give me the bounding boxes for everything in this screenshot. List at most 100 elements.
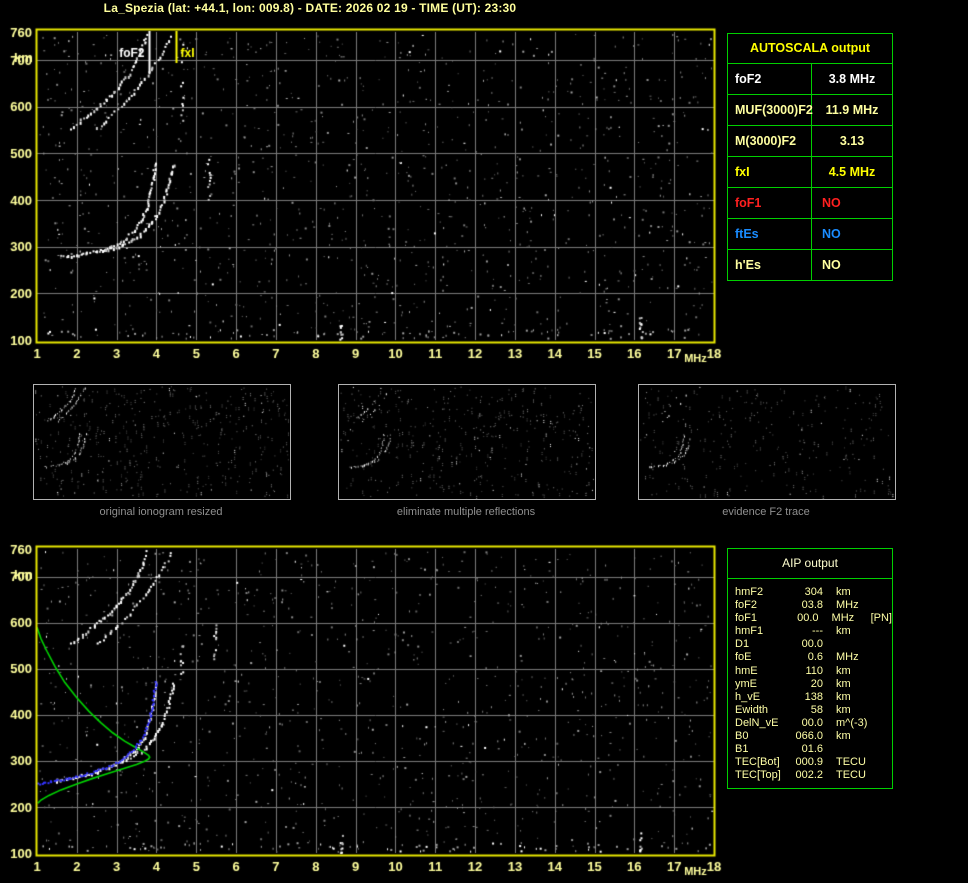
aip-unit: MHz	[836, 651, 859, 664]
autoscala-value: NO	[822, 227, 841, 241]
autoscala-label: ftEs	[728, 219, 812, 249]
aip-name: hmE	[735, 664, 758, 677]
autoscala-output-table: AUTOSCALA output foF2 3.8 MHz MUF(3000)F2 1…	[727, 33, 893, 281]
autoscala-row-ftEs: ftEs NO	[728, 219, 892, 250]
autoscala-label: fxI	[728, 157, 812, 187]
autoscala-label: M(3000)F2	[728, 126, 812, 156]
aip-unit	[823, 743, 874, 756]
aip-row-hmE: hmE 110 km	[728, 665, 892, 678]
aip-name: B1	[735, 743, 749, 756]
autoscala-label: foF1	[728, 188, 812, 218]
aip-name: B0	[735, 730, 749, 743]
aip-extra	[874, 743, 892, 756]
autoscala-row-foF2: foF2 3.8 MHz	[728, 64, 892, 95]
autoscala-value: 4.5 MHz	[828, 165, 876, 179]
aip-row-foF2: foF2 03.8 MHz	[728, 599, 892, 612]
aip-extra	[874, 678, 892, 691]
aip-val: 000.9	[795, 756, 823, 769]
aip-table-title: AIP output	[728, 549, 892, 579]
aip-extra	[874, 586, 892, 599]
aip-unit: km	[836, 625, 851, 638]
aip-row-foE: foE 0.6 MHz	[728, 651, 892, 664]
aip-extra	[874, 691, 892, 704]
aip-extra	[874, 625, 892, 638]
aip-val: 002.2	[795, 769, 823, 782]
autoscala-label: MUF(3000)F2	[728, 95, 813, 125]
aip-unit: km	[836, 703, 851, 716]
aip-name: h_vE	[735, 690, 761, 703]
aip-row-foF1: foF1 00.0 MHz [PN]	[728, 612, 892, 625]
aip-row-TEC[Top]: TEC[Top] 002.2 TECU	[728, 769, 892, 782]
thumbnail-original-ionogram	[33, 384, 291, 500]
autoscala-row-fxI: fxI 4.5 MHz	[728, 157, 892, 188]
aip-extra	[874, 651, 892, 664]
autoscala-row-M(3000)F2: M(3000)F2 3.13	[728, 126, 892, 157]
autoscala-value: 11.9 MHz	[825, 103, 879, 117]
aip-row-B1: B1 01.6	[728, 743, 892, 756]
aip-val: 03.8	[801, 599, 823, 612]
aip-name: ymE	[735, 677, 757, 690]
aip-unit: km	[836, 586, 851, 598]
aip-val: 0.6	[807, 651, 823, 664]
autoscala-row-h'Es: h'Es NO	[728, 250, 892, 280]
aip-name: foF1	[735, 612, 758, 625]
bottom-ionogram-chart	[0, 538, 750, 883]
autoscala-row-MUF(3000)F2: MUF(3000)F2 11.9 MHz	[728, 95, 892, 126]
aip-extra	[874, 730, 892, 743]
aip-name: hmF2	[735, 586, 764, 598]
autoscala-value: NO	[822, 258, 841, 272]
aip-val: 01.6	[801, 743, 823, 756]
aip-extra	[874, 665, 892, 678]
aip-row-ymE: ymE 20 km	[728, 678, 892, 691]
aip-unit: TECU	[836, 756, 866, 769]
thumbnail-evidence-f2-trace	[638, 384, 896, 500]
aip-row-D1: D1 00.0	[728, 638, 892, 651]
page-title: La_Spezia (lat: +44.1, lon: 009.8) - DAT…	[103, 1, 517, 15]
aip-unit: TECU	[836, 769, 866, 782]
aip-row-B0: B0 066.0 km	[728, 730, 892, 743]
aip-row-h_vE: h_vE 138 km	[728, 691, 892, 704]
aip-row-hmF1: hmF1 --- km	[728, 625, 892, 638]
aip-val: 20	[810, 677, 823, 690]
aip-name: hmF1	[735, 625, 764, 638]
top-ionogram-chart	[0, 25, 750, 377]
aip-row-DelN_vE: DelN_vE 00.0 m^(-3)	[728, 717, 892, 730]
aip-val: 066.0	[795, 730, 823, 743]
aip-name: D1	[735, 638, 750, 651]
aip-extra: [PN]	[870, 612, 892, 625]
aip-extra	[874, 756, 892, 769]
aip-unit: km	[836, 690, 851, 703]
aip-name: TEC[Top]	[735, 769, 781, 782]
aip-unit: m^(-3)	[836, 716, 868, 729]
autoscala-label: h'Es	[728, 250, 812, 280]
aip-unit: km	[836, 677, 851, 690]
aip-row-hmF2: hmF2 304 km	[728, 586, 892, 599]
aip-extra	[874, 717, 892, 730]
thumbnail-caption-original: original ionogram resized	[99, 506, 223, 518]
aip-name: foE	[735, 651, 752, 664]
aip-extra	[874, 638, 892, 651]
autoscala-value: 3.13	[839, 134, 865, 148]
aip-val: 110	[805, 664, 823, 677]
thumbnail-caption-eliminate: eliminate multiple reflections	[396, 506, 536, 518]
aip-unit	[823, 638, 874, 651]
aip-unit: MHz	[836, 599, 859, 612]
aip-output-table: AIP output hmF2 304 km foF2 03.8 MHz foF1 00.0 M…	[727, 548, 893, 790]
aip-val: 00.0	[801, 716, 823, 729]
autoscala-label: foF2	[728, 64, 812, 94]
aip-unit: MHz	[831, 612, 855, 625]
aip-val: 00.0	[801, 638, 823, 651]
aip-unit: km	[836, 730, 851, 743]
aip-table-rows: hmF2 304 km foF2 03.8 MHz foF1 00.0 MHz [PN] hmF1 -…	[728, 579, 892, 788]
aip-val: 138	[804, 690, 823, 703]
aip-row-TEC[Bot]: TEC[Bot] 000.9 TECU	[728, 756, 892, 769]
aip-val: 58	[810, 703, 823, 716]
autoscala-value: 3.8 MHz	[828, 72, 876, 86]
autoscala-table-rows: foF2 3.8 MHz MUF(3000)F2 11.9 MHz M(3000)F2 3…	[728, 64, 892, 280]
aip-val: 304	[804, 586, 823, 598]
aip-name: DelN_vE	[735, 716, 779, 729]
aip-name: TEC[Bot]	[735, 756, 780, 769]
aip-unit: km	[836, 664, 851, 677]
thumbnail-caption-evidence: evidence F2 trace	[722, 506, 810, 518]
aip-row-Ewidth: Ewidth 58 km	[728, 704, 892, 717]
